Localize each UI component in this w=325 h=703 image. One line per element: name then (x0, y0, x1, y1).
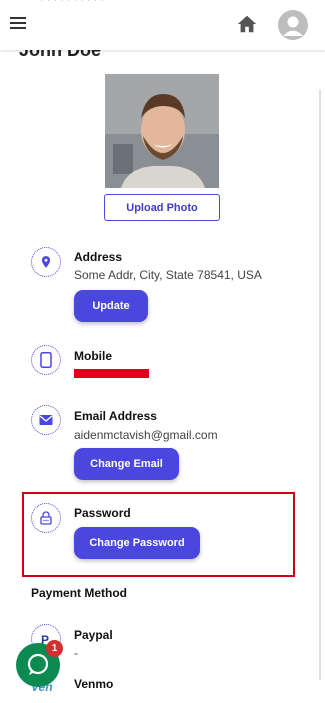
change-email-button[interactable]: Change Email (74, 448, 179, 480)
address-icon-circle (31, 247, 61, 277)
hamburger-menu-icon[interactable] (10, 17, 26, 31)
home-icon[interactable] (236, 13, 258, 35)
email-value: aidenmctavish@gmail.com (74, 428, 218, 442)
address-value: Some Addr, City, State 78541, USA (74, 268, 262, 282)
envelope-icon (39, 415, 53, 425)
email-icon-circle (31, 405, 61, 435)
address-title: Address (74, 250, 123, 264)
password-icon-circle (31, 503, 61, 533)
profile-photo (105, 74, 219, 188)
change-password-button[interactable]: Change Password (74, 527, 200, 559)
lock-icon (40, 511, 52, 525)
location-pin-icon (41, 256, 51, 268)
user-avatar-icon[interactable] (278, 10, 308, 40)
mobile-icon-circle (31, 345, 61, 375)
chat-bubble-icon (27, 653, 49, 675)
mobile-title: Mobile (74, 349, 112, 363)
payment-method-title: Payment Method (31, 586, 128, 600)
scrollbar[interactable] (319, 90, 321, 680)
top-bar: · · · · · · · · · · (0, 0, 325, 50)
venmo-name: Venmo (74, 677, 114, 691)
email-title: Email Address (74, 409, 157, 423)
upload-photo-button[interactable]: Upload Photo (104, 194, 220, 221)
phone-icon (40, 352, 52, 368)
chat-notification-badge: 1 (46, 640, 63, 657)
password-title: Password (74, 506, 131, 520)
paypal-value: - (74, 646, 78, 660)
update-address-button[interactable]: Update (74, 290, 148, 322)
paypal-name: Paypal (74, 628, 113, 642)
mobile-value-redacted (74, 369, 149, 378)
cut-off-header-text: · · · · · · · · · · (40, 0, 105, 6)
